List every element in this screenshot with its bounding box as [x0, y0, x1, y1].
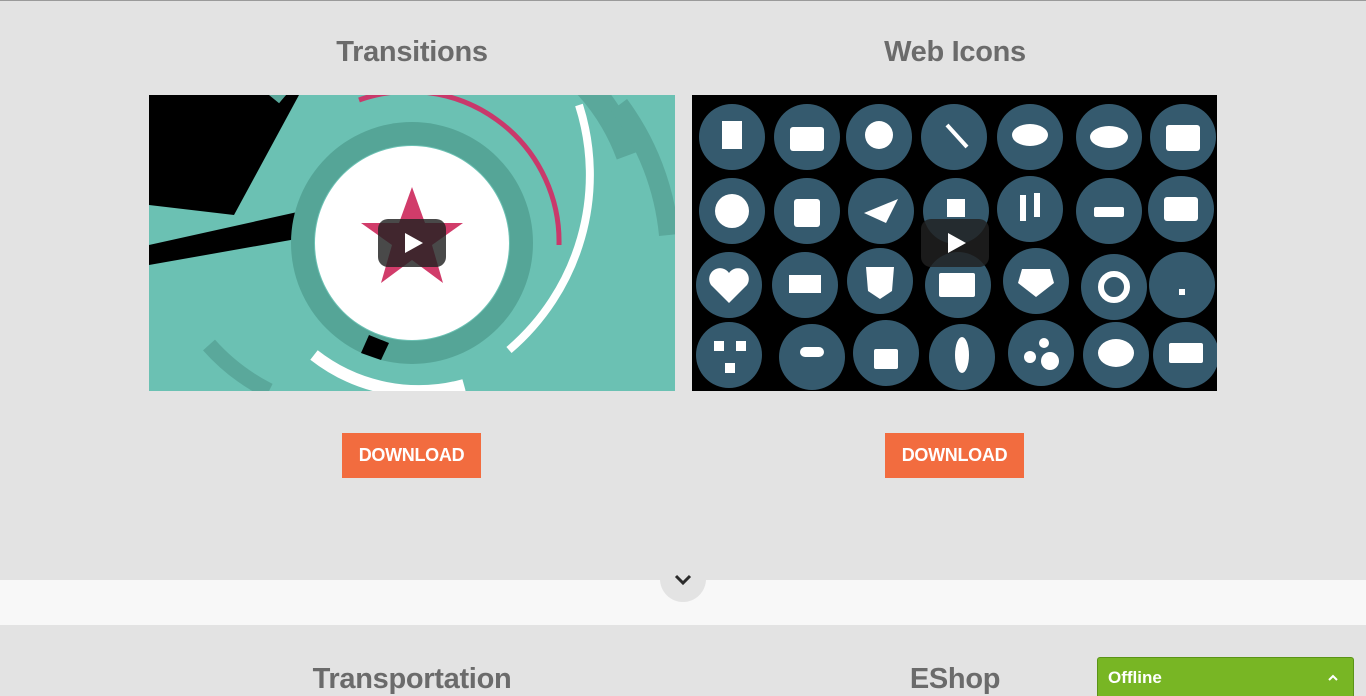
- web-icons-video[interactable]: [692, 95, 1217, 391]
- scroll-down-button[interactable]: [660, 558, 706, 602]
- play-button[interactable]: [921, 219, 989, 267]
- top-divider: [0, 0, 1366, 1]
- download-button-transitions[interactable]: DOWNLOAD: [342, 433, 481, 478]
- card-title-transitions: Transitions: [336, 36, 488, 68]
- chat-status: Offline: [1108, 668, 1162, 687]
- chat-widget[interactable]: Offline: [1097, 657, 1354, 696]
- play-button[interactable]: [378, 219, 446, 267]
- transitions-video[interactable]: [149, 95, 675, 391]
- chevron-up-icon[interactable]: [1327, 673, 1339, 681]
- download-button-web-icons[interactable]: DOWNLOAD: [885, 433, 1024, 478]
- chevron-down-icon: [674, 574, 692, 586]
- card-title-web-icons: Web Icons: [884, 36, 1026, 68]
- card-title-transportation: Transportation: [312, 663, 512, 695]
